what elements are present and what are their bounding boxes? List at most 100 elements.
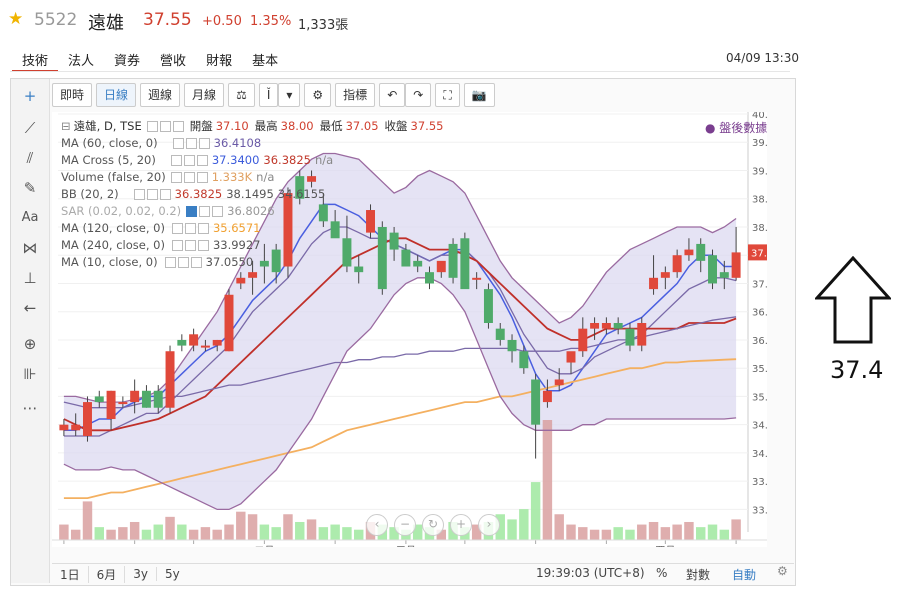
volume-bar (354, 529, 364, 540)
volume-bar (625, 529, 635, 540)
x-tick-label: 二月 (254, 545, 274, 547)
fullscreen-icon[interactable]: ⛶ (435, 83, 460, 107)
chart-style-icon[interactable]: Ǐ (258, 83, 279, 107)
volume-bar (566, 524, 576, 540)
y-tick-label: 34.00 (752, 449, 767, 460)
crosshair-icon[interactable]: + (19, 85, 41, 107)
tab-revenue[interactable]: 營收 (150, 46, 196, 72)
tab-margin[interactable]: 資券 (104, 46, 150, 72)
forecast-icon[interactable]: ⊥ (19, 267, 41, 289)
range-5y[interactable]: 5y (157, 567, 188, 581)
stock-name: 遠雄 (88, 13, 124, 34)
candle-body (613, 323, 623, 329)
legend-ma240[interactable]: MA (240, close, 0) 33.9927 (61, 237, 449, 254)
scale-settings-gear-icon[interactable]: ⚙ (777, 564, 788, 578)
volume-bar (696, 527, 706, 540)
legend-ma-cross[interactable]: MA Cross (5, 20) 37.3400 36.3825 n/a (61, 152, 449, 169)
legend-bb[interactable]: BB (20, 2) 36.3825 38.1495 34.6155 (61, 186, 449, 203)
zoom-in-icon[interactable]: + (450, 514, 472, 536)
tab-basic[interactable]: 基本 (242, 46, 288, 72)
volume-bar (94, 527, 104, 540)
range-6m[interactable]: 6月 (89, 565, 126, 583)
trade-volume: 1,333張 (298, 18, 349, 33)
arrow-left-icon[interactable]: ← (19, 297, 41, 319)
y-tick-label: 38.50 (752, 195, 767, 206)
zoom-icon[interactable]: ⊕ (19, 333, 41, 355)
indicator-legend: ⊟ 遠雄, D, TSE 開盤 37.10 最高 38.00 最低 37.05 收盤 3… (61, 118, 449, 271)
collapse-icon[interactable]: ⊟ (61, 118, 71, 135)
log-scale-toggle[interactable]: 對數 (686, 566, 710, 583)
scroll-right-icon[interactable]: › (478, 514, 500, 536)
price-change-percent: 1.35% (250, 14, 292, 29)
favorite-star-icon[interactable]: ★ (8, 9, 23, 29)
x-tick-label: 9 (61, 546, 67, 547)
legend-volume[interactable]: Volume (false, 20) 1.333K n/a (61, 169, 449, 186)
candle-body (448, 243, 458, 278)
legend-ma60[interactable]: MA (60, close, 0) 36.4108 (61, 135, 449, 152)
candle-body (153, 390, 163, 408)
open-value: 37.10 (215, 119, 249, 133)
range-1d[interactable]: 1日 (52, 565, 89, 583)
indicators-button[interactable]: 指標 (335, 83, 376, 107)
percent-scale-toggle[interactable]: % (656, 566, 667, 580)
chart-style-dropdown-icon[interactable]: ▾ (278, 83, 301, 107)
redo-icon[interactable]: ↷ (405, 83, 432, 107)
x-tick-label: 11 (458, 546, 471, 547)
measure-icon[interactable]: ⊪ (19, 363, 41, 385)
undo-icon[interactable]: ↶ (379, 83, 406, 107)
candle-body (566, 351, 576, 363)
fib-lines-icon[interactable]: ⫽ (19, 147, 41, 169)
volume-bar (719, 529, 730, 540)
y-tick-label: 35.50 (752, 364, 767, 375)
candle-body (601, 323, 611, 329)
candle-body (625, 328, 635, 346)
price-change: +0.50 (202, 14, 242, 29)
compare-icon[interactable]: ⚖ (228, 83, 255, 107)
weekly-button[interactable]: 週線 (140, 83, 181, 107)
trend-line-icon[interactable]: ⟋ (19, 117, 41, 139)
settings-gear-icon[interactable]: ⚙ (304, 83, 332, 107)
monthly-button[interactable]: 月線 (184, 83, 225, 107)
range-3y[interactable]: 3y (125, 567, 158, 581)
zoom-out-icon[interactable]: − (394, 514, 416, 536)
snapshot-camera-icon[interactable]: 📷 (463, 83, 495, 107)
candle-body (483, 289, 493, 323)
candle-body (696, 243, 706, 261)
legend-ma10[interactable]: MA (10, close, 0) 37.0550 (61, 254, 449, 271)
volume-bar (141, 529, 152, 540)
after-hours-data-link[interactable]: ● 盤後數據 (705, 119, 767, 136)
range-bar: 1日 6月 3y 5y (52, 563, 794, 584)
legend-sar[interactable]: SAR (0.02, 0.02, 0.2) 36.8026 (61, 203, 449, 220)
auto-scale-toggle[interactable]: 自動 (732, 566, 756, 583)
volume-bar (672, 524, 682, 540)
close-value: 37.55 (410, 119, 444, 133)
legend-ma120[interactable]: MA (120, close, 0) 35.6571 (61, 220, 449, 237)
tab-technical[interactable]: 技術 (12, 46, 59, 72)
candle-body (83, 402, 92, 436)
x-tick-label: 18 (329, 546, 342, 547)
scroll-left-icon[interactable]: ‹ (366, 514, 388, 536)
tab-financials[interactable]: 財報 (196, 46, 242, 72)
pattern-icon[interactable]: ⋈ (19, 237, 41, 259)
y-tick-label: 33.50 (752, 477, 767, 488)
brush-icon[interactable]: ✎ (19, 177, 41, 199)
legend-symbol: 遠雄, D, TSE (73, 119, 142, 133)
candle-body (495, 328, 505, 340)
volume-bar (660, 527, 671, 540)
candle-body (684, 249, 694, 256)
volume-bar (342, 527, 352, 540)
volume-bar (247, 514, 258, 540)
volume-bar (519, 509, 529, 540)
tab-institutional[interactable]: 法人 (58, 46, 104, 72)
more-icon[interactable]: ⋯ (19, 397, 41, 419)
realtime-button[interactable]: 即時 (52, 83, 93, 107)
daily-button[interactable]: 日線 (96, 83, 137, 107)
volume-bar (589, 529, 600, 540)
reset-icon[interactable]: ↻ (422, 514, 444, 536)
volume-bar (283, 514, 293, 540)
volume-bar (578, 527, 588, 540)
volume-bar (118, 527, 128, 540)
text-tool-icon[interactable]: Aa (19, 207, 41, 229)
low-value: 37.05 (345, 119, 379, 133)
volume-bar (236, 511, 246, 540)
